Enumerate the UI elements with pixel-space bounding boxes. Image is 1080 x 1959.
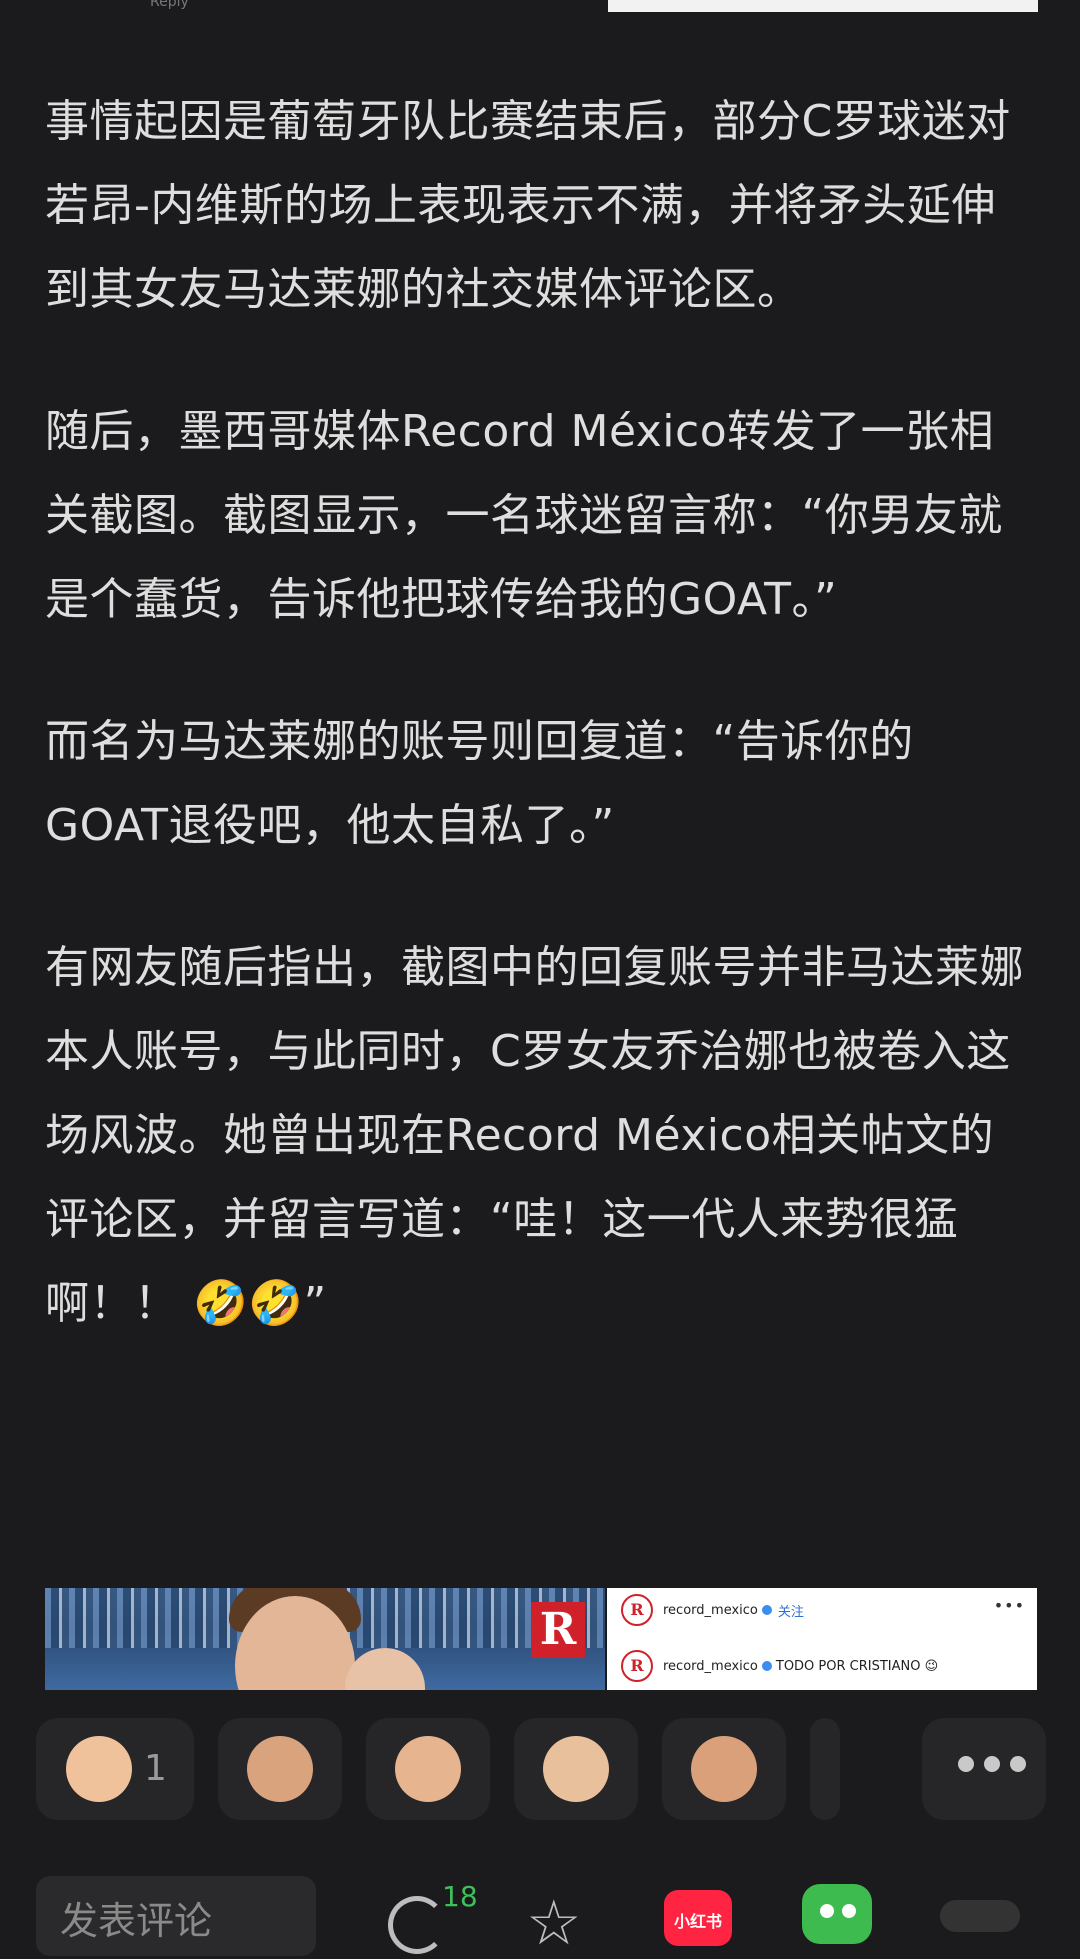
thinking-face-avatar-icon: [395, 1736, 461, 1802]
record-avatar-icon: R: [621, 1594, 653, 1626]
article-body: 事情起因是葡萄牙队比赛结束后，部分C罗球迷对若昂-内维斯的场上表现表示不满，并将…: [45, 80, 1035, 1404]
fragment-white-box: [608, 0, 1038, 12]
reaction-button-partial[interactable]: [810, 1718, 840, 1820]
bearded-face-avatar-icon: [691, 1736, 757, 1802]
ig-caption: TODO POR CRISTIANO 😉: [775, 1658, 939, 1674]
ig-caption-row: R record_mexico TODO POR CRISTIANO 😉: [621, 1650, 938, 1682]
embedded-image[interactable]: R R record_mexico 关注 ••• R record_mexico…: [45, 1588, 1037, 1690]
comment-count: 18: [442, 1880, 478, 1913]
ig-header-row: R record_mexico 关注: [621, 1594, 804, 1626]
paragraph: 事情起因是葡萄牙队比赛结束后，部分C罗球迷对若昂-内维斯的场上表现表示不满，并将…: [45, 96, 1011, 315]
reaction-button[interactable]: [662, 1718, 786, 1820]
comment-input[interactable]: 发表评论: [36, 1876, 316, 1956]
reaction-button[interactable]: 1: [36, 1718, 194, 1820]
reaction-count: 1: [144, 1748, 167, 1789]
verified-badge-icon: [761, 1605, 772, 1615]
verified-badge-icon: [761, 1661, 772, 1671]
record-logo: R: [531, 1602, 585, 1658]
sweating-face-avatar-icon: [66, 1736, 132, 1802]
star-icon[interactable]: ☆: [526, 1886, 582, 1959]
comment-bubble-icon[interactable]: [388, 1896, 446, 1954]
comment-placeholder: 发表评论: [60, 1899, 213, 1943]
reaction-bar: 1: [0, 1718, 1080, 1822]
more-reactions-button[interactable]: [922, 1718, 1046, 1820]
paragraph: 有网友随后指出，截图中的回复账号并非马达莱娜本人账号，与此同时，C罗女友乔治娜也…: [45, 942, 1024, 1329]
ig-account-name: record_mexico: [663, 1658, 758, 1674]
reaction-button[interactable]: [514, 1718, 638, 1820]
ig-account-name: record_mexico: [663, 1602, 758, 1618]
bald-face-avatar-icon: [543, 1736, 609, 1802]
record-avatar-icon: R: [621, 1650, 653, 1682]
xiaohongshu-share-button[interactable]: 小红书: [664, 1890, 732, 1946]
reaction-button[interactable]: [366, 1718, 490, 1820]
top-embed-fragment: Reply: [0, 0, 1080, 14]
instagram-screenshot: R record_mexico 关注 ••• R record_mexico T…: [607, 1588, 1037, 1690]
wechat-share-icon[interactable]: [802, 1884, 872, 1944]
ig-more-icon: •••: [993, 1596, 1025, 1615]
follow-link: 关注: [777, 1604, 804, 1620]
reaction-button[interactable]: [218, 1718, 342, 1820]
angry-face-avatar-icon: [247, 1736, 313, 1802]
bottom-action-bar: 发表评论 18 ☆ 小红书: [0, 1860, 1080, 1959]
paragraph: 而名为马达莱娜的账号则回复道：“告诉你的GOAT退役吧，他太自私了。”: [45, 716, 914, 851]
stadium-photo: R: [45, 1588, 605, 1690]
paragraph: 随后，墨西哥媒体Record México转发了一张相关截图。截图显示，一名球迷…: [45, 406, 1003, 625]
more-share-pill[interactable]: [940, 1900, 1020, 1932]
girlfriend-face: [345, 1648, 425, 1690]
fragment-text: Reply: [150, 0, 189, 10]
more-dots-icon: [958, 1756, 1026, 1772]
